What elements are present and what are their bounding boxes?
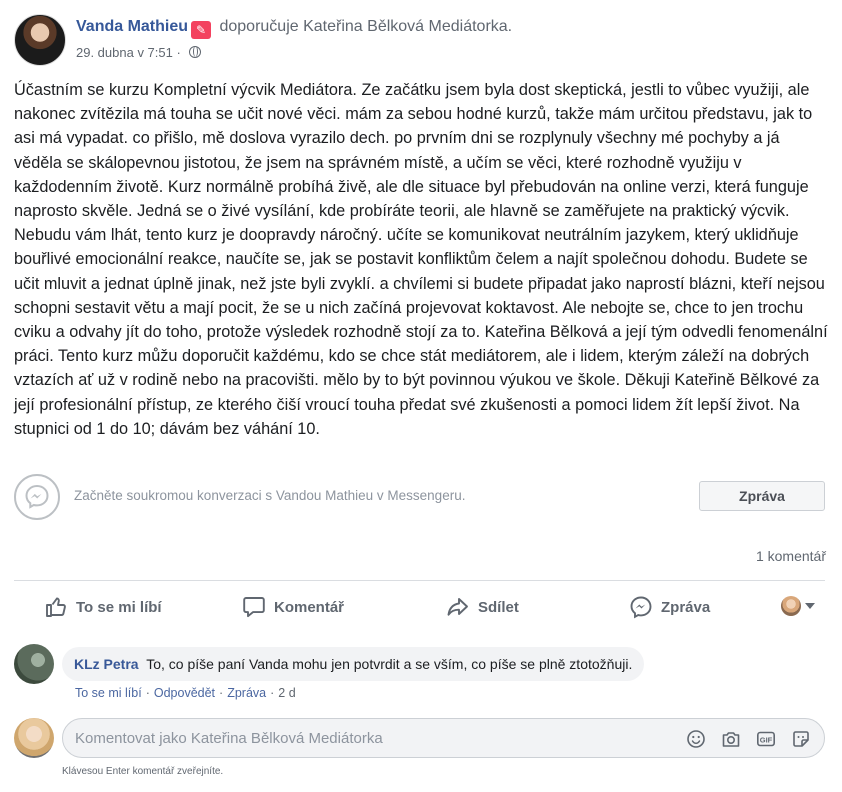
share-icon [447,598,468,616]
share-label: Sdílet [478,598,519,616]
message-label: Zpráva [661,598,711,616]
comment-age[interactable]: 2 d [278,686,295,700]
separator: · [219,686,224,700]
commenter-avatar[interactable] [14,644,54,684]
composer-tools: GIF [685,728,812,750]
chevron-down-icon [805,603,815,609]
comment-label: Komentář [274,598,345,616]
author-name-link[interactable]: Vanda Mathieu [76,18,188,35]
message-button[interactable]: Zpráva [699,481,825,511]
gif-icon[interactable]: GIF [755,728,777,750]
meta-separator: · [176,45,185,60]
comment-like-link[interactable]: To se mi líbí [75,686,142,700]
svg-text:GIF: GIF [760,735,773,744]
reaction-identity-selector[interactable] [781,596,815,616]
action-bar: To se mi líbí Komentář Sdílet Zpráva [14,588,825,626]
share-button[interactable]: Sdílet [446,588,519,626]
post-meta: 29. dubna v 7:51 · [76,45,202,60]
comment-input[interactable] [75,719,675,757]
composer-hint: Klávesou Enter komentář zveřejníte. [62,766,224,777]
recommends-label: doporučuje [219,18,299,35]
messenger-prompt-text: Začněte soukromou konverzaci s Vandou Ma… [74,488,466,503]
comment-bubble: KLz Petra To, co píše paní Vanda mohu je… [62,647,645,681]
messenger-icon [14,474,60,520]
globe-icon[interactable] [189,46,202,58]
like-label: To se mi líbí [76,598,162,616]
thumbs-up-icon [46,597,66,617]
comment-count-link[interactable]: 1 komentář [756,548,826,564]
separator: · [145,686,150,700]
post-title-line: Vanda Mathieu ✎ doporučuje Kateřina Bělko… [76,18,512,39]
emoji-icon[interactable] [685,728,707,750]
comment-composer[interactable]: GIF [62,718,825,758]
comments-section: KLz Petra To, co píše paní Vanda mohu je… [0,632,842,792]
post-timestamp[interactable]: 29. dubna v 7:51 [76,45,173,60]
post-header: Vanda Mathieu ✎ doporučuje Kateřina Bělko… [14,14,824,66]
recommendation-icon: ✎ [191,21,212,39]
send-message-button[interactable]: Zpráva [629,588,710,626]
separator: · [270,686,275,700]
comment-actions: To se mi líbí · Odpovědět · Zpráva · 2 d [75,686,296,700]
post-text: Účastním se kurzu Kompletní výcvik Mediá… [14,81,828,438]
comment-text: To, co píše paní Vanda mohu jen potvrdit… [146,656,633,672]
recommended-page-link[interactable]: Kateřina Bělková Mediátorka. [303,18,512,35]
author-avatar[interactable] [14,14,66,66]
messenger-icon [630,596,652,619]
comment-message-link[interactable]: Zpráva [227,686,266,700]
sticker-icon[interactable] [790,728,812,750]
camera-icon[interactable] [720,728,742,750]
like-button[interactable]: To se mi líbí [44,588,162,626]
messenger-prompt: Začněte soukromou konverzaci s Vandou Ma… [14,474,825,520]
comment-reply-link[interactable]: Odpovědět [154,686,215,700]
page-avatar [781,596,801,616]
divider [14,580,825,581]
comment-icon [243,597,265,618]
current-user-avatar [14,718,54,758]
comment-author-link[interactable]: KLz Petra [74,656,139,672]
comment-button[interactable]: Komentář [242,588,344,626]
